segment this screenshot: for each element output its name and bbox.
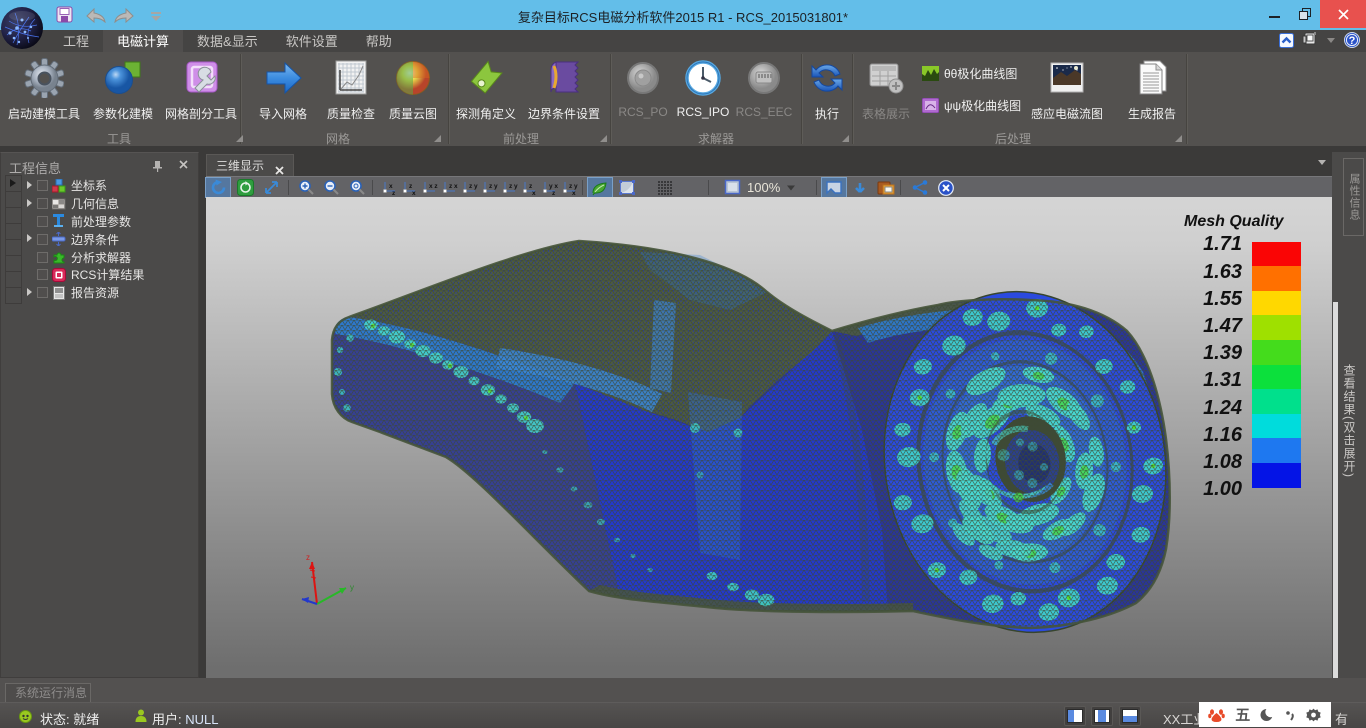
svg-text:y x: y x: [549, 183, 558, 190]
svg-text:x: x: [532, 190, 536, 196]
svg-text:z y: z y: [569, 183, 578, 190]
svg-text:x z: x z: [429, 183, 438, 190]
svg-text:x: x: [389, 183, 393, 190]
svg-text:?: ?: [1349, 35, 1356, 47]
svg-text:y: y: [350, 583, 354, 592]
svg-text:z: z: [409, 183, 413, 190]
svg-text:x: x: [572, 190, 576, 196]
svg-text:z: z: [392, 190, 396, 196]
svg-text:z y: z y: [469, 183, 478, 190]
svg-text:z y: z y: [489, 183, 498, 190]
svg-text:z x: z x: [449, 183, 458, 190]
svg-text:x: x: [412, 190, 416, 196]
svg-text:z: z: [552, 190, 556, 196]
svg-text:z: z: [529, 183, 533, 190]
svg-text:z: z: [306, 553, 310, 562]
svg-text:z y: z y: [509, 183, 518, 190]
